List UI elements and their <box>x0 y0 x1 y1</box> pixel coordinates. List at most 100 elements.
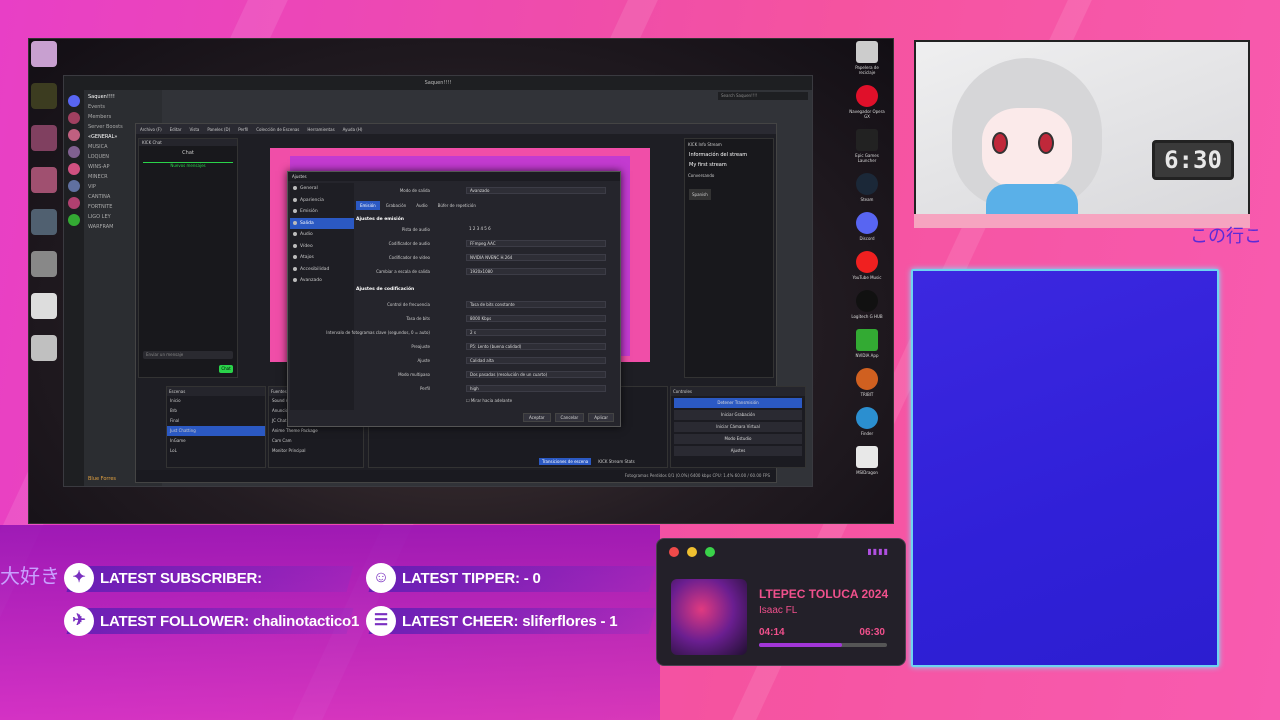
stream-category[interactable]: Conversando <box>685 170 773 181</box>
scene-item[interactable]: InGame <box>167 436 265 446</box>
steam-icon[interactable]: Steam <box>847 173 887 202</box>
app-icon[interactable] <box>31 41 57 67</box>
app-icon[interactable] <box>31 293 57 319</box>
server-icon[interactable] <box>68 129 80 141</box>
add-server-icon[interactable] <box>68 214 80 226</box>
source-item[interactable]: Monitor Principal <box>269 446 363 456</box>
field-label: Perfil <box>419 386 430 391</box>
new-messages-divider: Nuevos mensajes <box>143 162 233 168</box>
nav-video[interactable]: Vídeo <box>290 241 354 253</box>
lookahead-checkbox[interactable]: ☐ Mirar hacia adelante <box>466 398 512 403</box>
menu-item[interactable]: Colección de Escenas <box>256 127 299 132</box>
output-mode-select[interactable]: Avanzado <box>466 187 606 194</box>
epic-games-icon[interactable]: Epic Games Launcher <box>847 129 887 163</box>
app-icon[interactable] <box>31 83 57 109</box>
discord-icon[interactable]: Discord <box>847 212 887 241</box>
field-label: Cambiar a escala de salida <box>376 269 430 274</box>
cancel-button[interactable]: Cancelar <box>554 413 585 422</box>
menu-events[interactable]: Events <box>88 102 158 112</box>
server-icon[interactable] <box>68 197 80 209</box>
nav-stream[interactable]: Emisión <box>290 206 354 218</box>
opera-gx-icon[interactable]: Navegador Opera GX <box>847 85 887 119</box>
youtube-music-icon[interactable]: YouTube Music <box>847 251 887 280</box>
tab-kick-stats[interactable]: KICK Stream Stats <box>595 458 637 465</box>
nav-accessibility[interactable]: Accesibilidad <box>290 264 354 276</box>
app-icon[interactable] <box>31 335 57 361</box>
server-icon[interactable] <box>68 95 80 107</box>
stream-language[interactable]: Spanish <box>689 189 711 200</box>
source-item[interactable]: Anime Theme Package <box>269 426 363 436</box>
virtual-camera-button[interactable]: Iniciar Cámara Virtual <box>674 422 802 432</box>
msi-icon[interactable]: MSIDragon <box>847 446 887 475</box>
menu-item[interactable]: Ayuda (H) <box>343 127 363 132</box>
song-artist: Isaac FL <box>759 605 798 616</box>
stream-title[interactable]: My first stream <box>685 160 773 170</box>
nav-general[interactable]: General <box>290 183 354 195</box>
tab-streaming[interactable]: Emisión <box>356 201 380 210</box>
tab-transitions[interactable]: Transiciones de escena <box>539 458 592 465</box>
preset-select[interactable]: P5: Lento (buena calidad) <box>466 343 606 350</box>
tab-audio[interactable]: Audio <box>412 201 431 210</box>
nav-output[interactable]: Salida <box>290 217 354 229</box>
nav-appearance[interactable]: Apariencia <box>290 195 354 207</box>
tribit-icon[interactable]: TRIBIT <box>847 368 887 397</box>
server-icon[interactable] <box>68 163 80 175</box>
nvidia-icon[interactable]: NVIDIA App <box>847 329 887 358</box>
user-name[interactable]: Blue Forres <box>88 474 116 484</box>
album-art <box>671 579 747 655</box>
rate-control-select[interactable]: Tasa de bits constante <box>466 301 606 308</box>
tab-replay-buffer[interactable]: Búfer de repetición <box>434 201 480 210</box>
audio-track-radios[interactable]: 1 2 3 4 5 6 <box>466 226 606 233</box>
menu-item[interactable]: Editar <box>170 127 182 132</box>
chat-send-button[interactable]: Chat <box>219 365 233 373</box>
nav-hotkeys[interactable]: Atajos <box>290 252 354 264</box>
app-icon[interactable] <box>31 125 57 151</box>
rescale-select[interactable]: 1920x1080 <box>466 268 606 275</box>
stop-streaming-button[interactable]: Detener Transmisión <box>674 398 802 408</box>
menu-item[interactable]: Vista <box>190 127 200 132</box>
scene-item[interactable]: Final <box>167 416 265 426</box>
menu-item[interactable]: Perfil <box>238 127 248 132</box>
settings-row: Codificador de audio FFmpeg AAC <box>356 240 606 248</box>
nav-advanced[interactable]: Avanzado <box>290 275 354 287</box>
app-icon[interactable] <box>31 251 57 277</box>
source-item[interactable]: Cam Cam <box>269 436 363 446</box>
tuning-select[interactable]: Calidad alta <box>466 357 606 364</box>
studio-mode-button[interactable]: Modo Estudio <box>674 434 802 444</box>
recycle-bin-icon[interactable]: Papelera de reciclaje <box>847 41 887 75</box>
app-icon[interactable] <box>31 209 57 235</box>
menu-item[interactable]: Archivo (F) <box>140 127 162 132</box>
scene-item[interactable]: Brb <box>167 406 265 416</box>
logitech-icon[interactable]: Logitech G HUB <box>847 290 887 319</box>
start-recording-button[interactable]: Iniciar Grabación <box>674 410 802 420</box>
nav-audio[interactable]: Audio <box>290 229 354 241</box>
menu-item[interactable]: Paneles (D) <box>207 127 230 132</box>
obs-menu-bar: Archivo (F) Editar Vista Paneles (D) Per… <box>136 124 776 134</box>
dock-title: Escenas <box>167 387 265 396</box>
apply-button[interactable]: Aplicar <box>588 413 614 422</box>
profile-select[interactable]: high <box>466 385 606 392</box>
server-name[interactable]: Saquen!!!! <box>88 92 158 102</box>
webcam-frame: 6:30 <box>914 40 1250 216</box>
keyframe-input[interactable]: 2 s <box>466 329 606 336</box>
server-icon[interactable] <box>68 112 80 124</box>
scene-item-selected[interactable]: Just Chatting <box>167 426 265 436</box>
bitrate-input[interactable]: 8000 Kbps <box>466 315 606 322</box>
settings-button[interactable]: Ajustes <box>674 446 802 456</box>
audio-encoder-select[interactable]: FFmpeg AAC <box>466 240 606 247</box>
scene-item[interactable]: Inicio <box>167 396 265 406</box>
server-icon[interactable] <box>68 146 80 158</box>
menu-members[interactable]: Members <box>88 112 158 122</box>
chat-input[interactable]: Enviar un mensaje <box>143 351 233 359</box>
server-icon[interactable] <box>68 180 80 192</box>
scene-item[interactable]: LoL <box>167 446 265 456</box>
tab-recording[interactable]: Grabación <box>382 201 410 210</box>
multipass-select[interactable]: Dos pasadas (resolución de un cuarto) <box>466 371 606 378</box>
app-icon[interactable] <box>31 167 57 193</box>
ok-button[interactable]: Aceptar <box>523 413 551 422</box>
settings-dialog[interactable]: Ajustes General Apariencia Emisión Salid… <box>287 171 621 427</box>
finder-icon[interactable]: Finder <box>847 407 887 436</box>
menu-item[interactable]: Herramientas <box>307 127 334 132</box>
video-encoder-select[interactable]: NVIDIA NVENC H.264 <box>466 254 606 261</box>
discord-search-input[interactable]: Search Saquen!!!! <box>718 92 808 100</box>
